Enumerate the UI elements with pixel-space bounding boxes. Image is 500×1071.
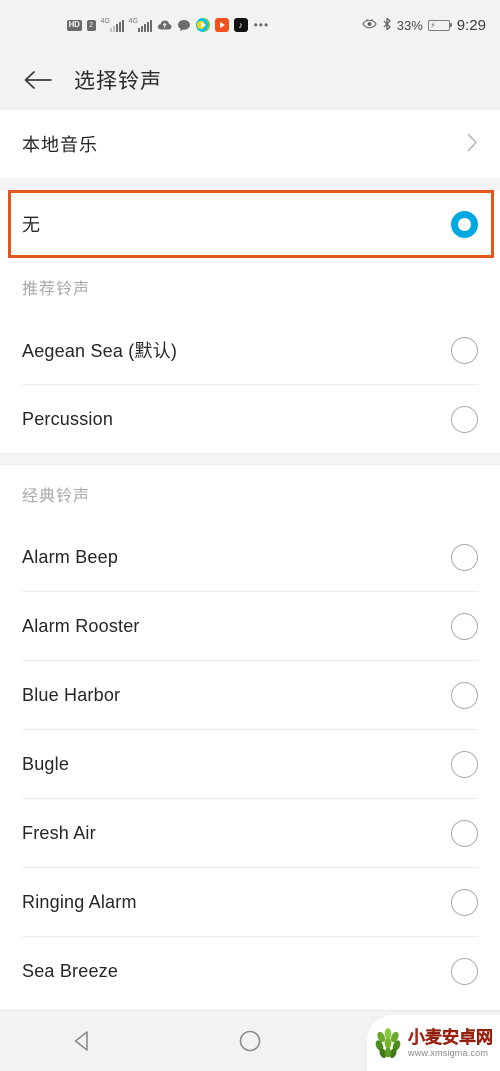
section-gap (0, 178, 500, 190)
radio-button[interactable] (451, 957, 478, 985)
section-header-classic: 经典铃声 (0, 465, 500, 523)
network-type-label-2: 4G (128, 17, 138, 25)
list-item-percussion[interactable]: Percussion (0, 385, 500, 453)
list-item-none[interactable]: 无 (0, 190, 500, 258)
clock-label: 9:29 (456, 16, 486, 34)
wheat-logo-icon (375, 1028, 401, 1059)
list-item-label: Fresh Air (22, 822, 96, 843)
nav-back-triangle-icon[interactable] (48, 1017, 118, 1065)
battery-charging-icon: ⚡ (427, 19, 453, 31)
radio-button[interactable] (451, 612, 478, 640)
list-item-bugle[interactable]: Bugle (0, 730, 500, 798)
list-item-label: Blue Harbor (22, 684, 121, 705)
list-item-fresh-air[interactable]: Fresh Air (0, 799, 500, 867)
list-item-label: 本地音乐 (22, 135, 98, 155)
list-item-ringing-alarm[interactable]: Ringing Alarm (0, 868, 500, 936)
signal-strength-icon-1: 4G (100, 17, 124, 32)
app-bar: 选择铃声 (0, 50, 500, 110)
radio-button[interactable] (451, 819, 478, 847)
list-item-sea-breeze[interactable]: Sea Breeze (0, 937, 500, 1005)
navigation-bar: 小麦安卓网 www.xmsigma.com (0, 1010, 500, 1071)
list-item-label: Alarm Rooster (22, 615, 140, 636)
sim-card-icon: 2 (86, 19, 96, 31)
chat-bubble-icon (177, 19, 191, 32)
list-item-label: Percussion (22, 408, 114, 429)
battery-percent-label: 33% (396, 17, 423, 33)
list-item-label: Bugle (22, 753, 70, 774)
radio-button[interactable] (451, 336, 478, 364)
video-player-icon (214, 18, 229, 32)
radio-button-selected[interactable] (451, 210, 478, 238)
list-item-alarm-rooster[interactable]: Alarm Rooster (0, 592, 500, 660)
watermark-text: 小麦安卓网 www.xmsigma.com (408, 1027, 493, 1058)
google-play-icon (195, 18, 210, 32)
site-watermark: 小麦安卓网 www.xmsigma.com (367, 1015, 500, 1071)
more-dots-icon: ••• (253, 18, 270, 32)
cloud-upload-icon (157, 19, 172, 31)
network-type-label-1: 4G (100, 17, 110, 25)
status-bar-right: 33% ⚡ 9:29 (362, 17, 486, 33)
section-header-recommended: 推荐铃声 (0, 258, 500, 316)
radio-button[interactable] (451, 750, 478, 778)
back-arrow-icon[interactable] (20, 63, 54, 97)
list-item-alarm-beep[interactable]: Alarm Beep (0, 523, 500, 591)
eye-comfort-icon (362, 18, 377, 32)
status-bar-left: HD 2 4G 4G ♪ ••• (14, 18, 362, 32)
list-item-label: Aegean Sea (默认) (22, 341, 178, 361)
chevron-right-icon (467, 133, 478, 156)
hd-icon: HD (66, 19, 82, 31)
watermark-title: 小麦安卓网 (408, 1027, 493, 1047)
bluetooth-icon (382, 17, 392, 33)
tiktok-icon: ♪ (233, 18, 248, 32)
radio-button[interactable] (451, 888, 478, 916)
status-bar: HD 2 4G 4G ♪ ••• 33% ⚡ 9:29 (0, 0, 500, 50)
phone-screen: HD 2 4G 4G ♪ ••• 33% ⚡ 9:29 选择铃声 本地音乐 无 … (0, 0, 500, 1071)
nav-home-circle-icon[interactable] (215, 1017, 285, 1065)
signal-strength-icon-2: 4G (128, 17, 152, 32)
page-title: 选择铃声 (74, 69, 162, 93)
list-item-label: Ringing Alarm (22, 891, 137, 912)
section-gap (0, 453, 500, 465)
list-item-aegean-sea[interactable]: Aegean Sea (默认) (0, 316, 500, 384)
list-item-label: Sea Breeze (22, 960, 119, 981)
list-item-local-music[interactable]: 本地音乐 (0, 110, 500, 178)
list-item-label: Alarm Beep (22, 546, 119, 567)
radio-button[interactable] (451, 543, 478, 571)
watermark-url: www.xmsigma.com (408, 1047, 489, 1058)
list-item-label: 无 (22, 215, 41, 235)
ringtone-list: 本地音乐 无 推荐铃声 Aegean Sea (默认) Percussion 经… (0, 110, 500, 1010)
radio-button[interactable] (451, 681, 478, 709)
radio-button[interactable] (451, 405, 478, 433)
list-item-blue-harbor[interactable]: Blue Harbor (0, 661, 500, 729)
none-row-wrapper: 无 (0, 190, 500, 258)
